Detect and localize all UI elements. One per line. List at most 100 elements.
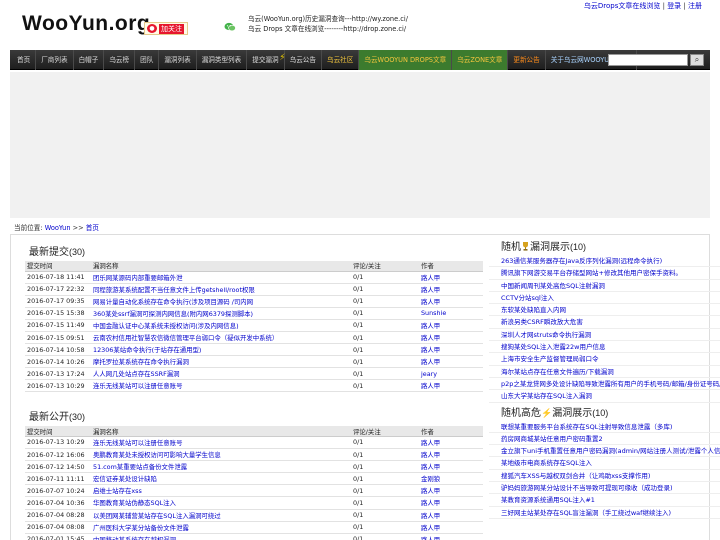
comment-count-cell: 0/1: [351, 472, 419, 486]
author-link[interactable]: jeary: [421, 370, 437, 378]
vuln-link[interactable]: 金立旗下uni手机重置任意用户密码漏洞(admin/网站注册人测试/泄露个人信息…: [501, 447, 720, 455]
author-link[interactable]: 路人甲: [421, 451, 440, 459]
site-logo[interactable]: WooYun.org: [22, 12, 150, 36]
drops-online-link[interactable]: http://drop.zone.ci/: [343, 25, 406, 33]
nav-vuln-types[interactable]: 漏洞类型列表: [197, 50, 248, 70]
author-link[interactable]: 路人甲: [421, 382, 440, 390]
wechat-icon[interactable]: [224, 22, 236, 32]
comment-count-cell: 0/1: [351, 460, 419, 474]
list-item: 药房网商城某站任意用户密码重置2: [489, 433, 720, 446]
list-item: 搜狗某处SQL注入泄露22w用户信息: [489, 341, 720, 354]
author-cell: 路人甲: [419, 319, 483, 332]
nav-zone[interactable]: 乌云ZONE文章: [452, 50, 509, 70]
random-vuln-box: 随机 漏洞展示(10) 263通信某服务器存在Java反序列化漏洞(远程命令执行)…: [489, 239, 720, 403]
vuln-link[interactable]: 海尔某站点存在任意文件遍历/下载漏洞: [501, 368, 614, 376]
random-vuln-list: 263通信某服务器存在Java反序列化漏洞(远程命令执行) 腾讯旗下网游交易平台存…: [489, 255, 720, 403]
vuln-link[interactable]: 深圳人才网struts命令执行漏洞: [501, 331, 591, 339]
weibo-follow-button[interactable]: ● 加关注: [144, 22, 188, 35]
breadcrumb-wooyun[interactable]: WooYun: [45, 224, 71, 232]
vuln-link[interactable]: 新浪另类CSRF瞬改放大危害: [501, 318, 583, 326]
author-link[interactable]: 路人甲: [421, 499, 440, 507]
vuln-link[interactable]: 某地级市电商系统存在SQL注入: [501, 459, 592, 467]
nav-teams[interactable]: 团队: [135, 50, 160, 70]
vuln-title-link[interactable]: 360某处ssrf漏洞可探测内网信息(附内网6379探测脚本): [93, 310, 253, 318]
vuln-link[interactable]: 上海市安全生产监督管理局弱口令: [501, 355, 599, 363]
author-cell: 路人甲: [419, 509, 483, 522]
nav-home[interactable]: 首页: [12, 50, 37, 70]
nav-updates[interactable]: 更新公告: [508, 50, 546, 70]
nav-vuln-list[interactable]: 漏洞列表: [159, 50, 197, 70]
vuln-link[interactable]: 东软某处缺陷直入内网: [501, 306, 566, 314]
random-high-title: 随机高危⚡漏洞展示(10): [501, 407, 609, 419]
author-link[interactable]: 路人甲: [421, 439, 440, 447]
vuln-title-link[interactable]: 人人网几处站点存在SSRF漏洞: [93, 370, 180, 378]
author-link[interactable]: 路人甲: [421, 274, 440, 282]
vuln-title-link[interactable]: 奥鹏教育某处未授权访问可影响大量学生信息: [93, 451, 221, 459]
author-link[interactable]: 路人甲: [421, 536, 440, 540]
nav-drops[interactable]: 乌云WOOYUN DROPS文章: [359, 50, 453, 70]
vuln-link[interactable]: 搜狐汽车XSS与越权双剑合并（让鸡助xss支撑作用): [501, 472, 650, 480]
vuln-title-link[interactable]: 连乐无线某站可以注册任意账号: [93, 439, 182, 447]
vuln-title-cell: 中国金融认证中心某系统未授权访问(涉及内网信息): [91, 319, 351, 332]
nav-ranking[interactable]: 乌云榜: [104, 50, 136, 70]
vuln-link[interactable]: 腾讯旗下网游交易平台存储型网站+修改其他用户密保手资料。: [501, 269, 682, 277]
vuln-title-link[interactable]: 12306某站命令执行(于站存在通用型): [93, 346, 201, 354]
vuln-title-cell: 同程旅游某系统配置不当任意文件上传getshell/root权限: [91, 283, 351, 296]
vuln-title-link[interactable]: 以美团网某辅营某站存在SQL注入漏洞可绕过: [93, 512, 221, 520]
search-input[interactable]: [608, 54, 688, 66]
vuln-link[interactable]: 山东大学某站存在SQL注入漏洞: [501, 392, 592, 400]
submit-time-cell: 2016-07-13 10:29: [25, 379, 91, 393]
vuln-link[interactable]: 263通信某服务器存在Java反序列化漏洞(远程命令执行): [501, 257, 662, 265]
submit-time-cell: 2016-07-15 11:49: [25, 319, 91, 332]
vuln-link[interactable]: CCTV分站sql注入: [501, 294, 554, 302]
vuln-title-link[interactable]: 连乐无线某站可以注册任意账号: [93, 382, 182, 390]
vuln-link[interactable]: 驴妈妈旅游网某分站设计不当导致可提现可缘收（成功登录): [501, 484, 673, 492]
table-row: 2016-07-12 16:06 奥鹏教育某处未授权访问可影响大量学生信息 0/1 路…: [25, 448, 483, 462]
vuln-title-link[interactable]: 广州医科大学某分站备份文件泄露: [93, 524, 189, 532]
author-cell: 路人甲: [419, 436, 483, 450]
vuln-title-cell: 网易计量自动化系统存在命令执行(涉及项目源码 /司内网: [91, 295, 351, 308]
nav-vendors[interactable]: 厂商列表: [36, 50, 74, 70]
vuln-title-link[interactable]: 团乐网某源码内部重要邮箱外泄: [93, 274, 182, 282]
vuln-link[interactable]: 搜狗某处SQL注入泄露22w用户信息: [501, 343, 605, 351]
author-link[interactable]: 路人甲: [421, 346, 440, 354]
author-link[interactable]: 路人甲: [421, 298, 440, 306]
breadcrumb-home[interactable]: 首页: [86, 224, 99, 232]
comment-count-cell: 0/1: [351, 319, 419, 332]
vuln-title-link[interactable]: 云南农村信用社智慧农信微信管理平台弱口令（疑似开发中系统）: [93, 334, 278, 342]
author-link[interactable]: Sunshie: [421, 309, 446, 317]
vuln-title-link[interactable]: 51.com某重要站点备份文件泄露: [93, 463, 187, 471]
author-link[interactable]: 路人甲: [421, 322, 440, 330]
vuln-link[interactable]: 药房网商城某站任意用户密码重置2: [501, 435, 603, 443]
nav-submit-vuln[interactable]: 提交漏洞 ⚡: [247, 50, 286, 70]
author-link[interactable]: 路人甲: [421, 286, 440, 294]
breadcrumb: 当前位置: WooYun >> 首页: [14, 224, 99, 232]
nav-whitehats[interactable]: 白帽子: [74, 50, 105, 70]
vuln-link[interactable]: 中国新闻周刊某处高危SQL注射漏洞: [501, 282, 605, 290]
author-link[interactable]: 路人甲: [421, 358, 440, 366]
vuln-title-link[interactable]: 启维士站存在xss: [93, 487, 142, 495]
vuln-title-link[interactable]: 摩托罗拉某系统存在命令执行漏洞: [93, 358, 189, 366]
vuln-title-cell: 广州医科大学某分站备份文件泄露: [91, 521, 351, 534]
vuln-link[interactable]: p2p之某龙贷网多处设计缺陷导致泄露所有用户的手机号码/邮箱/身份证号码/姓名/…: [501, 380, 720, 388]
history-vuln-link[interactable]: http://wy.zone.ci/: [352, 15, 408, 23]
author-link[interactable]: 金刚狼: [421, 475, 440, 483]
vuln-title-link[interactable]: 中国金融认证中心某系统未授权访问(涉及内网信息): [93, 322, 239, 330]
nav-community[interactable]: 乌云社区: [322, 50, 360, 70]
vuln-title-cell: 连乐无线某站可以注册任意账号: [91, 379, 351, 393]
author-link[interactable]: 路人甲: [421, 524, 440, 532]
vuln-title-link[interactable]: 同程旅游某系统配置不当任意文件上传getshell/root权限: [93, 286, 255, 294]
search-button[interactable]: ⌕: [690, 54, 704, 66]
author-link[interactable]: 路人甲: [421, 487, 440, 495]
vuln-title-link[interactable]: 网易计量自动化系统存在命令执行(涉及项目源码 /司内网: [93, 298, 253, 306]
vuln-title-link[interactable]: 宏信证券某处设计缺陷: [93, 475, 157, 483]
author-link[interactable]: 路人甲: [421, 463, 440, 471]
nav-announcements[interactable]: 乌云公告: [285, 50, 322, 70]
author-link[interactable]: 路人甲: [421, 512, 440, 520]
vuln-title-link[interactable]: 华图教育某站伪静态SQL注入: [93, 499, 176, 507]
vuln-link[interactable]: 联想某重要服务平台系统存在SQL注射导致信息泄露（多库): [501, 423, 672, 431]
vuln-link[interactable]: 某教育资源系统通用SQL注入#1: [501, 496, 595, 504]
vuln-title-link[interactable]: 中国移动某系统存在越权漏洞: [93, 536, 176, 540]
vuln-link[interactable]: 三好网主站某处存在SQL盲注漏洞（手工绕过waf继续注入): [501, 509, 671, 517]
author-link[interactable]: 路人甲: [421, 334, 440, 342]
